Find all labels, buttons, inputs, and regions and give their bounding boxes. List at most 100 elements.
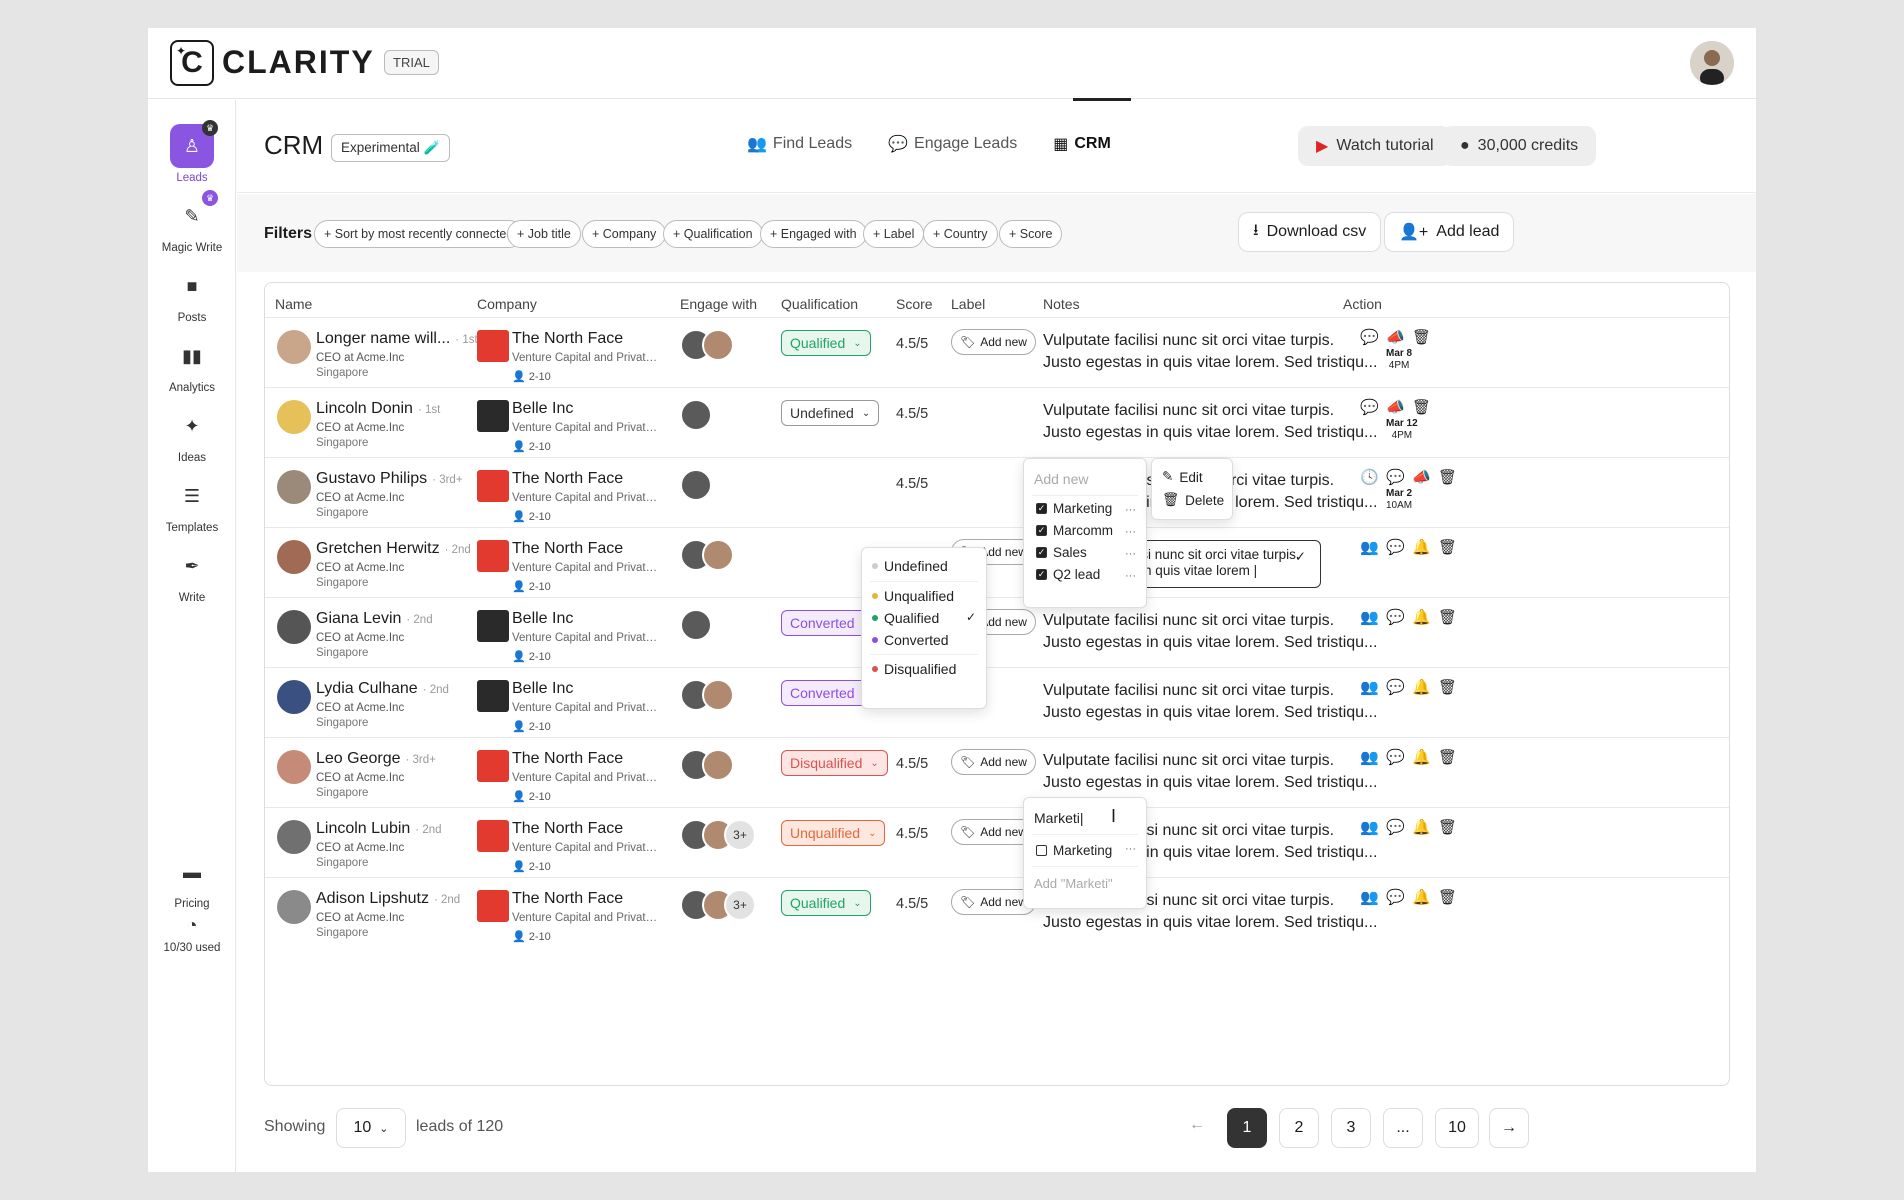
column-header[interactable]: Notes xyxy=(1043,296,1080,312)
message-icon[interactable]: 💬 xyxy=(1360,328,1379,346)
column-header[interactable]: Qualification xyxy=(781,296,858,312)
column-header[interactable]: Action xyxy=(1343,296,1382,312)
next-page-icon[interactable]: → xyxy=(1489,1108,1529,1148)
prev-page-icon[interactable]: ← xyxy=(1189,1116,1205,1134)
add-user-icon[interactable]: 👥 xyxy=(1360,888,1379,906)
filter-qualification[interactable]: + Qualification xyxy=(663,220,763,248)
menu-item-disqualified[interactable]: Disqualified xyxy=(872,661,956,677)
filter-job-title[interactable]: + Job title xyxy=(507,220,581,248)
qualification-select[interactable]: Unqualified ⌄ xyxy=(781,820,886,846)
engaged-avatar[interactable] xyxy=(702,749,734,781)
trash-icon[interactable]: 🗑 xyxy=(1438,818,1457,836)
bell-icon[interactable]: 🔔 xyxy=(1412,818,1431,836)
lead-name[interactable]: Giana Levin · 2nd xyxy=(316,610,433,628)
engaged-avatar[interactable] xyxy=(680,399,712,431)
add-user-icon[interactable]: 👥 xyxy=(1360,748,1379,766)
add-label-option[interactable]: Add "Marketi" xyxy=(1034,876,1113,891)
tab-engage-leads[interactable]: 💬 Engage Leads xyxy=(888,134,1017,154)
edit-label-button[interactable]: ✎ Edit xyxy=(1162,469,1203,485)
engaged-avatar[interactable] xyxy=(680,609,712,641)
add-user-icon[interactable]: 👥 xyxy=(1360,608,1379,626)
qualification-select[interactable]: Undefined ⌄ xyxy=(781,400,880,426)
company-name[interactable]: The North Face xyxy=(512,540,623,558)
trash-icon[interactable]: 🗑 xyxy=(1412,328,1431,346)
add-user-icon[interactable]: 👥 xyxy=(1360,818,1379,836)
page-1[interactable]: 1 xyxy=(1227,1108,1267,1148)
company-name[interactable]: Belle Inc xyxy=(512,400,573,418)
table-row[interactable]: Gustavo Philips · 3rd+ CEO at Acme.Inc Sing… xyxy=(265,457,1729,527)
table-row[interactable]: Leo George · 3rd+ CEO at Acme.Inc Singapore… xyxy=(265,737,1729,807)
message-icon[interactable]: 💬 xyxy=(1386,678,1405,696)
table-row[interactable]: Gretchen Herwitz · 2nd CEO at Acme.Inc Sing… xyxy=(265,527,1729,597)
sidebar-item-analytics[interactable]: ▮▮ Analytics xyxy=(148,334,236,395)
notes-text[interactable]: Vulputate facilisi nunc sit orci vitae t… xyxy=(1043,680,1377,724)
avatar[interactable] xyxy=(277,540,311,574)
table-row[interactable]: Lincoln Lubin · 2nd CEO at Acme.Inc Singapo… xyxy=(265,807,1729,877)
engaged-avatar[interactable] xyxy=(702,329,734,361)
message-icon[interactable]: 💬 xyxy=(1386,538,1405,556)
tab-crm[interactable]: ▦ CRM xyxy=(1053,134,1111,154)
message-icon[interactable]: 💬 xyxy=(1386,608,1405,626)
filter-score[interactable]: + Score xyxy=(999,220,1063,248)
megaphone-icon[interactable]: 📣 xyxy=(1386,328,1405,346)
watch-tutorial-button[interactable]: ▶ Watch tutorial xyxy=(1298,126,1452,166)
megaphone-icon[interactable]: 📣 xyxy=(1412,468,1431,486)
table-row[interactable]: Giana Levin · 2nd CEO at Acme.Inc Singapore… xyxy=(265,597,1729,667)
company-name[interactable]: Belle Inc xyxy=(512,680,573,698)
message-icon[interactable]: 💬 xyxy=(1360,398,1379,416)
company-name[interactable]: Belle Inc xyxy=(512,610,573,628)
message-icon[interactable]: 💬 xyxy=(1386,888,1405,906)
avatar[interactable] xyxy=(277,890,311,924)
column-header[interactable]: Name xyxy=(275,296,312,312)
user-avatar[interactable] xyxy=(1690,41,1734,85)
bell-icon[interactable]: 🔔 xyxy=(1412,608,1431,626)
bell-icon[interactable]: 🔔 xyxy=(1412,678,1431,696)
company-name[interactable]: The North Face xyxy=(512,330,623,348)
avatar[interactable] xyxy=(277,400,311,434)
delete-label-button[interactable]: 🗑 Delete xyxy=(1162,492,1224,508)
bell-icon[interactable]: 🔔 xyxy=(1412,538,1431,556)
add-user-icon[interactable]: 👥 xyxy=(1360,678,1379,696)
lead-name[interactable]: Lydia Culhane · 2nd xyxy=(316,680,449,698)
table-row[interactable]: Lydia Culhane · 2nd CEO at Acme.Inc Singapo… xyxy=(265,667,1729,737)
lead-name[interactable]: Lincoln Donin · 1st xyxy=(316,400,440,418)
notes-text[interactable]: Vulputate facilisi nunc sit orci vitae t… xyxy=(1043,400,1377,444)
check-icon[interactable]: ✓ xyxy=(1295,549,1306,565)
menu-item-unqualified[interactable]: Unqualified xyxy=(872,588,954,604)
add-user-icon[interactable]: 👥 xyxy=(1360,538,1379,556)
filter-country[interactable]: + Country xyxy=(923,220,998,248)
label-option[interactable]: ✓ Q2 lead xyxy=(1036,567,1100,582)
column-header[interactable]: Company xyxy=(477,296,537,312)
menu-item-converted[interactable]: Converted xyxy=(872,632,949,648)
more-icon[interactable]: ··· xyxy=(1125,843,1136,855)
page-ellipsis[interactable]: ... xyxy=(1383,1108,1423,1148)
sidebar-item-posts[interactable]: ■ Posts xyxy=(148,264,236,325)
lead-name[interactable]: Gustavo Philips · 3rd+ xyxy=(316,470,463,488)
company-name[interactable]: The North Face xyxy=(512,820,623,838)
menu-item-undefined[interactable]: Undefined xyxy=(872,558,948,574)
company-name[interactable]: The North Face xyxy=(512,750,623,768)
page-2[interactable]: 2 xyxy=(1279,1108,1319,1148)
bell-icon[interactable]: 🔔 xyxy=(1412,748,1431,766)
table-row[interactable]: Adison Lipshutz · 2nd CEO at Acme.Inc Singa… xyxy=(265,877,1729,947)
add-lead-button[interactable]: 👤+ Add lead xyxy=(1384,212,1515,252)
lead-name[interactable]: Lincoln Lubin · 2nd xyxy=(316,820,442,838)
sidebar-item-pricing[interactable]: ▬ Pricing xyxy=(148,850,236,911)
trash-icon[interactable]: 🗑 xyxy=(1438,608,1457,626)
more-engaged-badge[interactable]: 3+ xyxy=(724,819,756,851)
message-icon[interactable]: 💬 xyxy=(1386,468,1405,486)
sidebar-item-leads[interactable]: ♙ ♛ Leads xyxy=(148,120,236,184)
trash-icon[interactable]: 🗑 xyxy=(1438,468,1457,486)
label-search-input[interactable]: Add new xyxy=(1034,471,1088,487)
sidebar-item-ideas[interactable]: ✦ Ideas xyxy=(148,404,236,465)
avatar[interactable] xyxy=(277,820,311,854)
more-icon[interactable]: ··· ··· ··· ··· xyxy=(1125,499,1136,587)
company-name[interactable]: The North Face xyxy=(512,470,623,488)
column-header[interactable]: Label xyxy=(951,296,985,312)
label-option[interactable]: Marketing xyxy=(1036,843,1112,858)
message-icon[interactable]: 💬 xyxy=(1386,818,1405,836)
table-row[interactable]: Longer name will... · 1st CEO at Acme.Inc S… xyxy=(265,317,1729,387)
megaphone-icon[interactable]: 📣 xyxy=(1386,398,1405,416)
lead-name[interactable]: Adison Lipshutz · 2nd xyxy=(316,890,460,908)
avatar[interactable] xyxy=(277,470,311,504)
